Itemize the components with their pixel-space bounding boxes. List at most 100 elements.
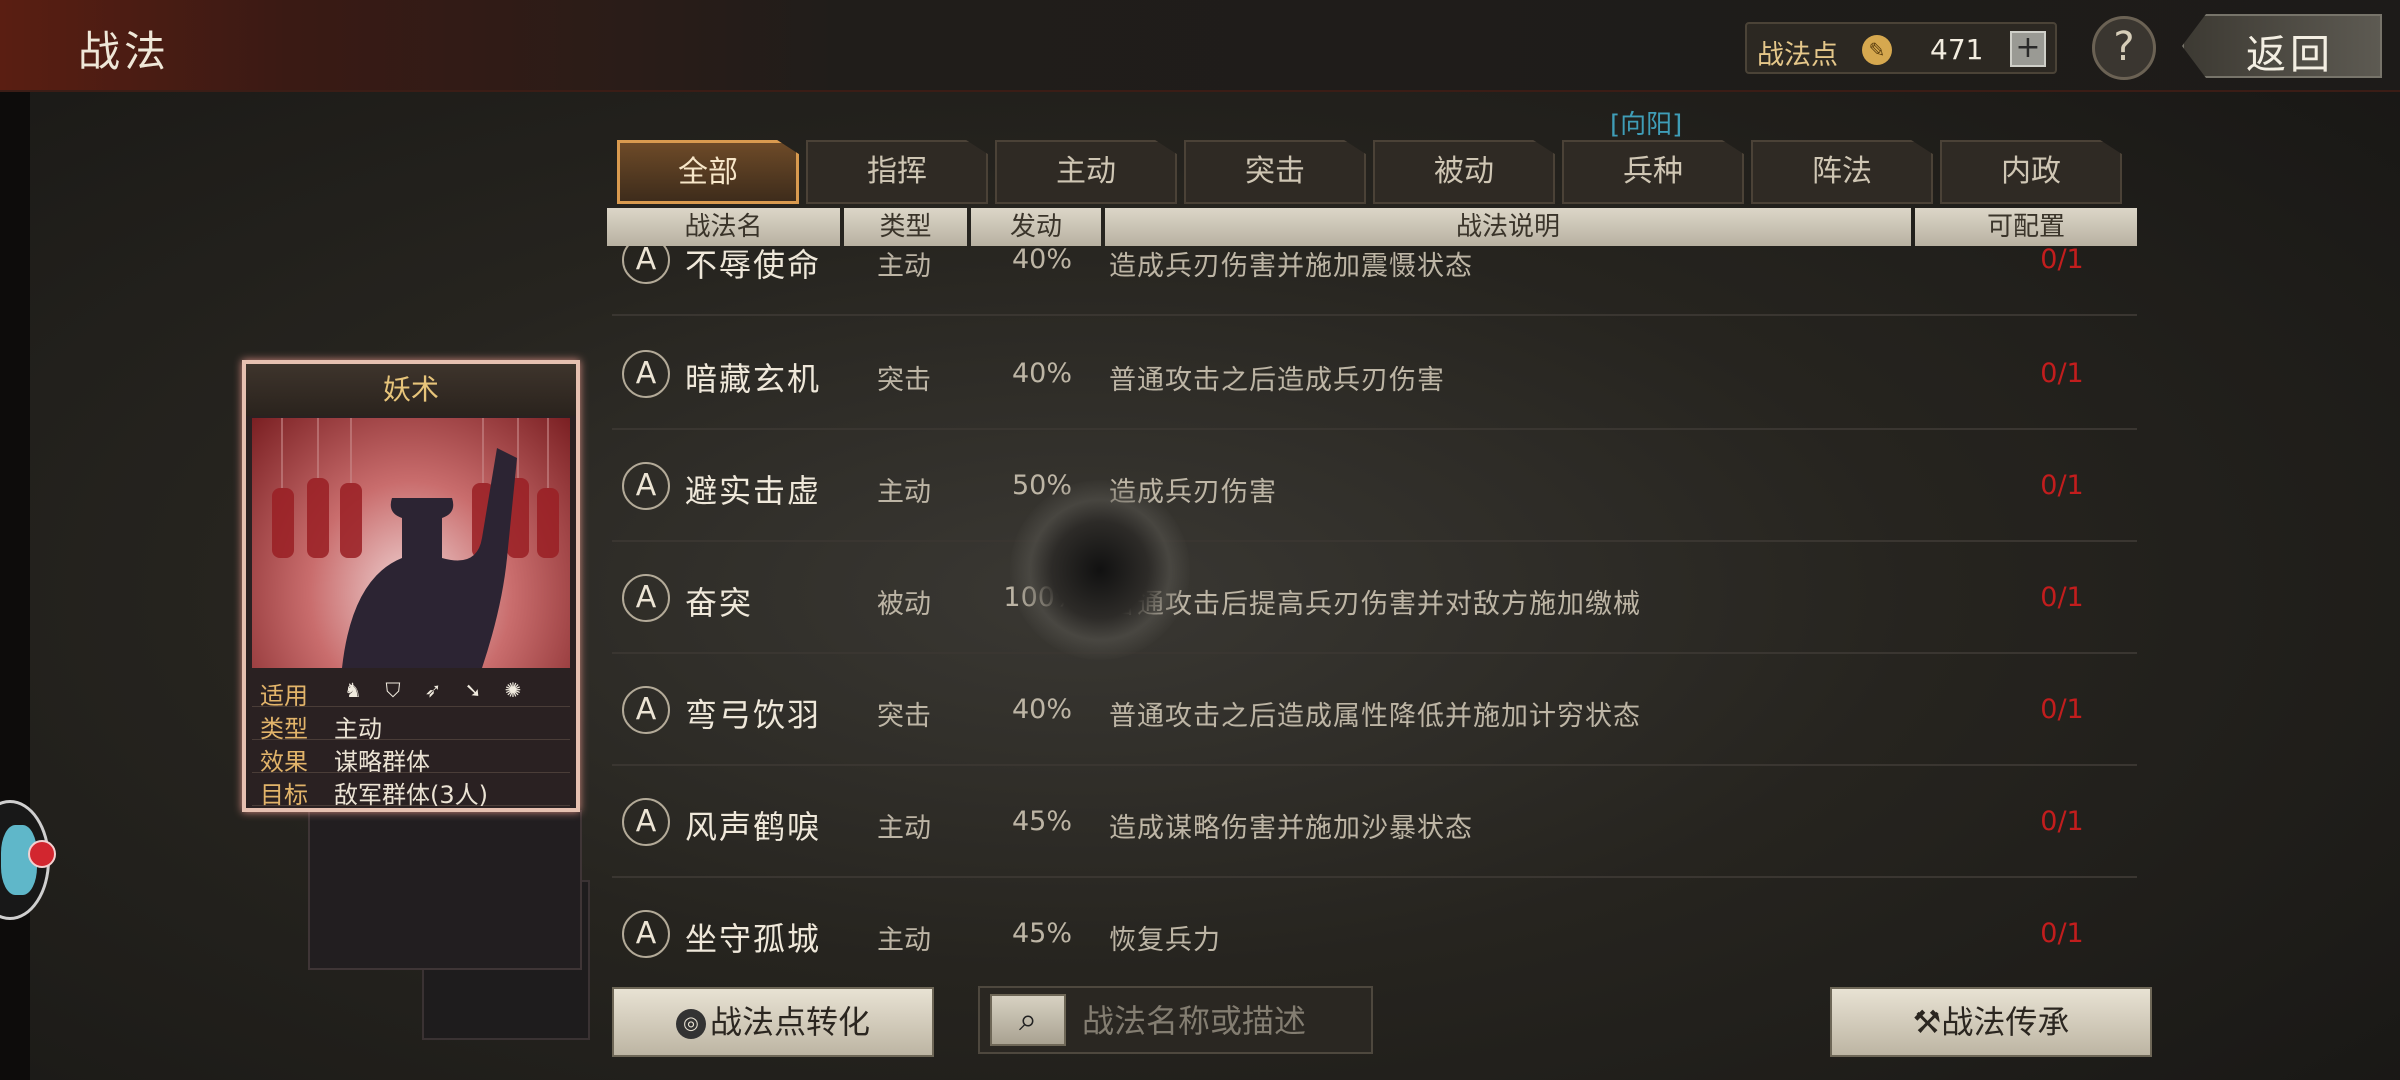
add-points-button[interactable]: + bbox=[2010, 31, 2046, 67]
card-stat-row: 适用 ♞ ⛉ ➶ ➘ ✺ bbox=[252, 674, 570, 710]
tab-active[interactable]: 主动 bbox=[995, 140, 1177, 204]
card-stat-key: 类型 bbox=[260, 715, 308, 743]
card-stat-value: 谋略群体 bbox=[334, 748, 430, 776]
cavalry-icon: ♞ bbox=[344, 678, 362, 702]
grade-badge: A bbox=[622, 798, 670, 846]
grade-badge: A bbox=[622, 246, 670, 284]
tactic-config: 0/1 bbox=[2040, 806, 2084, 837]
grade-badge: A bbox=[622, 910, 670, 958]
tactic-type: 主动 bbox=[877, 925, 931, 956]
spear-icon: ➘ bbox=[464, 678, 482, 702]
card-stat-row: 类型 主动 bbox=[252, 707, 570, 743]
card-stat-row: 目标 敌军群体(3人) bbox=[252, 773, 570, 809]
tactic-type: 突击 bbox=[877, 365, 931, 396]
card-stack-middle bbox=[308, 810, 582, 970]
tactic-config: 0/1 bbox=[2040, 918, 2084, 949]
tactic-description: 普通攻击之后造成兵刃伤害 bbox=[1109, 365, 1445, 396]
table-row[interactable]: A 奋突 被动 100% 普通攻击后提高兵刃伤害并对敌方施加缴械 0/1 bbox=[612, 542, 2137, 654]
tactic-type: 突击 bbox=[877, 701, 931, 732]
tactic-points-value: 471 bbox=[1930, 33, 1984, 66]
table-row[interactable]: A 坐守孤城 主动 45% 恢复兵力 0/1 bbox=[612, 878, 2137, 964]
table-row[interactable]: A 风声鹤唳 主动 45% 造成谋略伤害并施加沙暴状态 0/1 bbox=[612, 766, 2137, 878]
tactic-description: 普通攻击之后造成属性降低并施加计穷状态 bbox=[1109, 701, 1641, 732]
tactic-points-box: 战法点 ✎ 471 + bbox=[1745, 22, 2057, 74]
card-artwork bbox=[252, 418, 570, 668]
col-header-type[interactable]: 类型 bbox=[844, 208, 967, 246]
card-title: 妖术 bbox=[246, 364, 576, 416]
table-row[interactable]: A 暗藏玄机 突击 40% 普通攻击之后造成兵刃伤害 0/1 bbox=[612, 318, 2137, 430]
sorcerer-silhouette-icon bbox=[272, 418, 559, 668]
tactic-description: 普通攻击后提高兵刃伤害并对敌方施加缴械 bbox=[1109, 589, 1641, 620]
table-row[interactable]: A 避实击虚 主动 50% 造成兵刃伤害 0/1 bbox=[612, 430, 2137, 542]
notification-dot-icon bbox=[28, 840, 56, 868]
tactic-name: 奋突 bbox=[685, 584, 754, 622]
card-stat-key: 效果 bbox=[260, 748, 308, 776]
convert-points-label: 战法点转化 bbox=[709, 1003, 870, 1041]
col-header-description: 战法说明 bbox=[1105, 208, 1911, 246]
applicable-units: ♞ ⛉ ➶ ➘ ✺ bbox=[340, 678, 526, 702]
tactic-type: 主动 bbox=[877, 477, 931, 508]
tactic-config: 0/1 bbox=[2040, 694, 2084, 725]
search-icon[interactable]: ⌕ bbox=[990, 994, 1066, 1046]
tactic-rate: 40% bbox=[1011, 694, 1072, 725]
tactic-config: 0/1 bbox=[2040, 246, 2084, 275]
tab-formation[interactable]: 阵法 bbox=[1751, 140, 1933, 204]
tactic-description: 恢复兵力 bbox=[1109, 925, 1221, 956]
tactic-name: 不辱使命 bbox=[685, 246, 822, 284]
tactics-list[interactable]: A 不辱使命 主动 40% 造成兵刃伤害并施加震慑状态 0/1 A 暗藏玄机 突… bbox=[612, 246, 2142, 964]
tactic-rate: 40% bbox=[1011, 246, 1072, 275]
tactic-name: 坐守孤城 bbox=[685, 920, 822, 958]
tactic-points-label: 战法点 bbox=[1757, 40, 1838, 71]
card-stat-key: 目标 bbox=[260, 781, 308, 809]
back-button[interactable]: 返回 bbox=[2182, 14, 2382, 78]
inherit-tactic-button[interactable]: ⚒战法传承 bbox=[1830, 987, 2152, 1057]
card-stat-row: 效果 谋略群体 bbox=[252, 740, 570, 776]
card-stat-key: 适用 bbox=[260, 682, 308, 710]
tactic-name: 风声鹤唳 bbox=[685, 808, 822, 846]
grade-badge: A bbox=[622, 462, 670, 510]
tactic-rate: 45% bbox=[1011, 918, 1072, 949]
hammer-icon: ⚒ bbox=[1912, 1003, 1942, 1041]
tab-command[interactable]: 指挥 bbox=[806, 140, 988, 204]
tactic-type: 主动 bbox=[877, 813, 931, 844]
loading-spinner-icon bbox=[1010, 480, 1190, 660]
help-button[interactable]: ? bbox=[2092, 16, 2156, 80]
inherit-tactic-label: 战法传承 bbox=[1941, 1003, 2070, 1041]
feather-icon: ✎ bbox=[1862, 35, 1892, 65]
tactic-type: 主动 bbox=[877, 251, 931, 282]
col-header-configurable[interactable]: 可配置 bbox=[1915, 208, 2137, 246]
tactic-type: 被动 bbox=[877, 589, 931, 620]
tactic-name: 弯弓饮羽 bbox=[685, 696, 822, 734]
shield-icon: ⛉ bbox=[385, 678, 401, 702]
tactic-rate: 40% bbox=[1011, 358, 1072, 389]
tactic-name: 避实击虚 bbox=[685, 472, 822, 510]
tab-assault[interactable]: 突击 bbox=[1184, 140, 1366, 204]
tactic-description: 造成谋略伤害并施加沙暴状态 bbox=[1109, 813, 1473, 844]
server-tag: [向阳] bbox=[1610, 110, 1683, 140]
col-header-name[interactable]: 战法名 bbox=[607, 208, 840, 246]
points-convert-icon: ◎ bbox=[675, 1009, 706, 1039]
tab-passive[interactable]: 被动 bbox=[1373, 140, 1555, 204]
card-stat-value: 敌军群体(3人) bbox=[334, 781, 488, 809]
bow-icon: ➶ bbox=[424, 678, 442, 702]
search-box: ⌕ bbox=[978, 986, 1373, 1054]
tab-all[interactable]: 全部 bbox=[617, 140, 799, 204]
card-stats: 适用 ♞ ⛉ ➶ ➘ ✺ 类型 主动 效果 谋略群体 目标 敌军群体(3人) bbox=[252, 674, 570, 809]
convert-points-button[interactable]: ◎ 战法点转化 bbox=[612, 987, 934, 1057]
grade-badge: A bbox=[622, 574, 670, 622]
selected-tactic-card[interactable]: 妖术 适用 ♞ ⛉ ➶ ➘ ✺ 类型 主动 效果 谋略群体 目标 敌军群体(3人… bbox=[242, 360, 580, 812]
tactic-config: 0/1 bbox=[2040, 582, 2084, 613]
tactic-description: 造成兵刃伤害并施加震慑状态 bbox=[1109, 251, 1473, 282]
header-bar: 战法 战法点 ✎ 471 + ? 返回 bbox=[0, 0, 2400, 92]
tactic-rate: 45% bbox=[1011, 806, 1072, 837]
table-row[interactable]: A 不辱使命 主动 40% 造成兵刃伤害并施加震慑状态 0/1 bbox=[612, 246, 2137, 316]
back-label: 返回 bbox=[2246, 32, 2334, 78]
search-input[interactable] bbox=[1082, 998, 1362, 1044]
tab-troop-type[interactable]: 兵种 bbox=[1562, 140, 1744, 204]
tab-internal-affairs[interactable]: 内政 bbox=[1940, 140, 2122, 204]
table-row[interactable]: A 弯弓饮羽 突击 40% 普通攻击之后造成属性降低并施加计穷状态 0/1 bbox=[612, 654, 2137, 766]
tactic-config: 0/1 bbox=[2040, 358, 2084, 389]
grade-badge: A bbox=[622, 350, 670, 398]
siege-icon: ✺ bbox=[504, 678, 522, 702]
col-header-rate[interactable]: 发动 bbox=[971, 208, 1101, 246]
